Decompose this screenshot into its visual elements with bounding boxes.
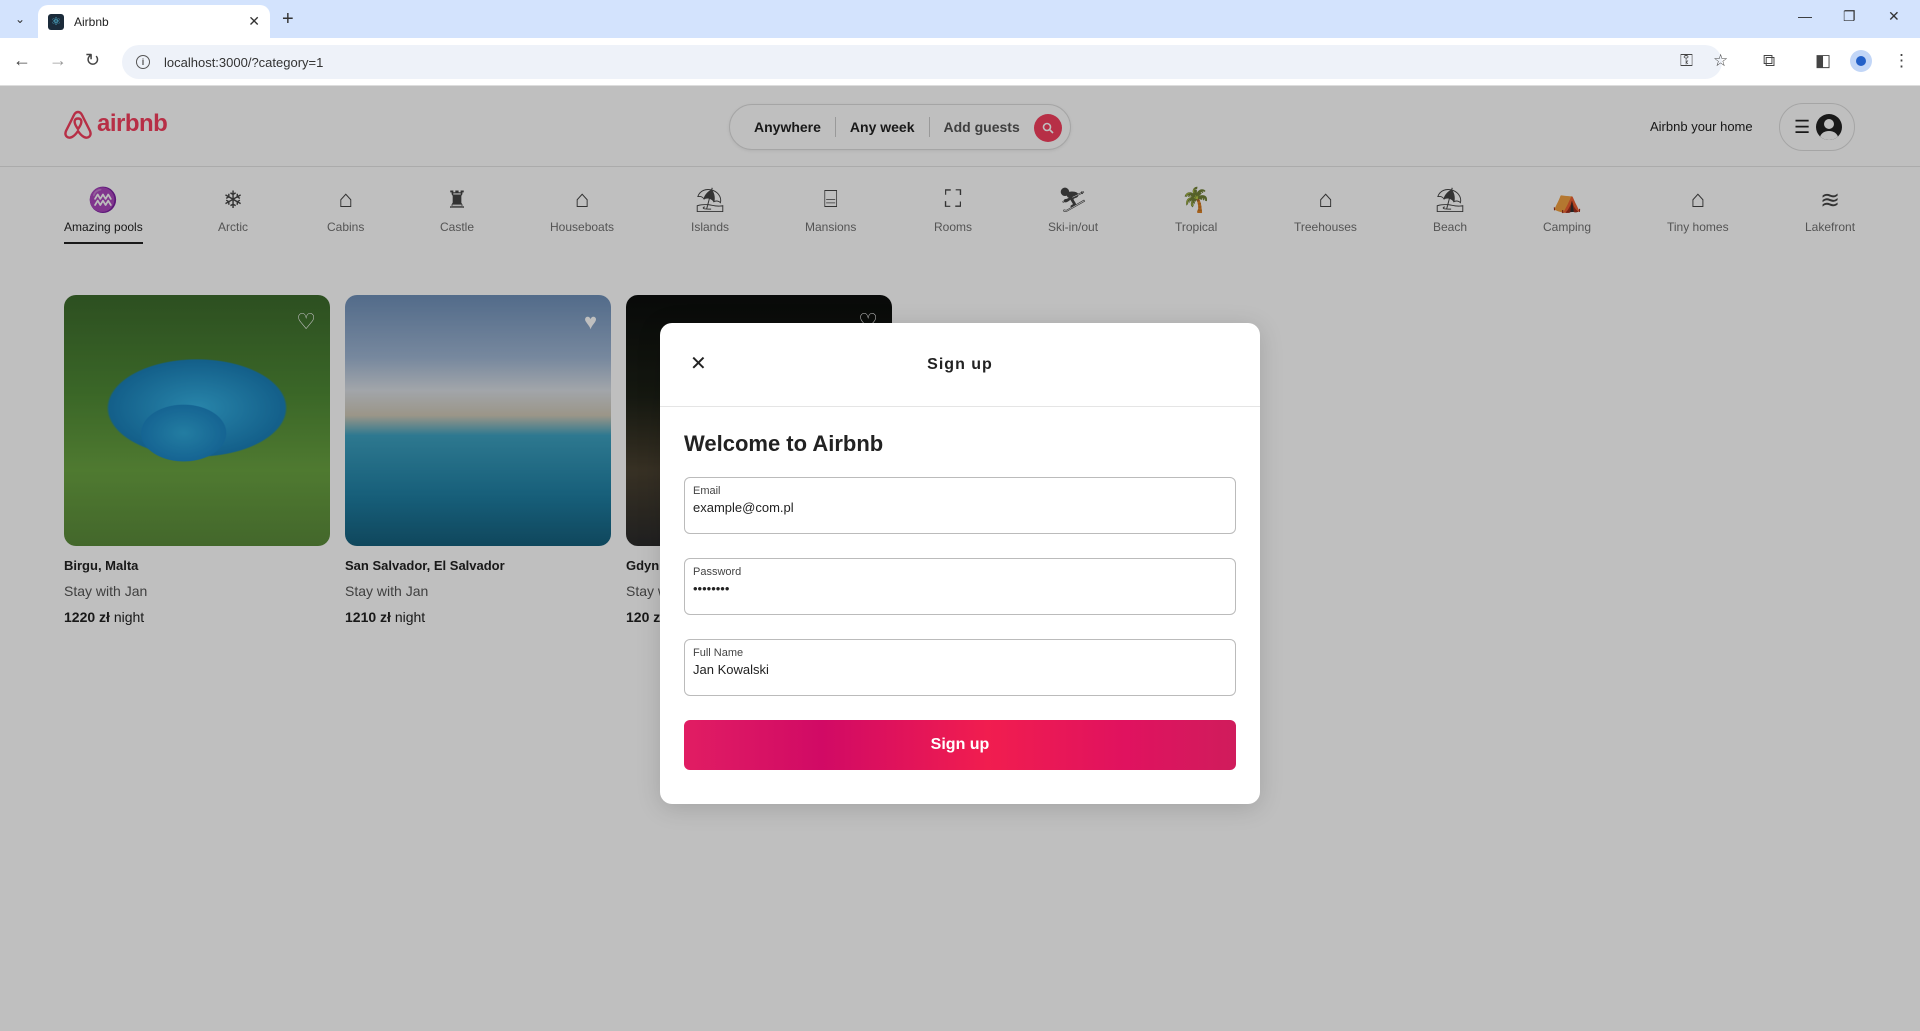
full-name-value: Jan Kowalski — [693, 662, 769, 677]
restore-icon[interactable]: ❐ — [1843, 8, 1856, 25]
modal-header: ✕ Sign up — [660, 323, 1260, 407]
browser-tabbar: ⌄ ⚛ Airbnb ✕ + — ❐ ✕ — [0, 0, 1920, 38]
email-value: example@com.pl — [693, 500, 794, 515]
signup-modal: ✕ Sign up Welcome to Airbnb Email exampl… — [660, 323, 1260, 804]
side-panel-icon[interactable]: ◧ — [1815, 51, 1831, 71]
bookmark-star-icon[interactable]: ☆ — [1713, 51, 1728, 71]
tab-search-chevron-icon[interactable]: ⌄ — [10, 9, 30, 29]
password-value: •••••••• — [693, 581, 730, 596]
tab-close-icon[interactable]: ✕ — [248, 13, 260, 30]
extensions-icon[interactable]: ⧉ — [1763, 51, 1775, 71]
back-icon[interactable]: ← — [13, 50, 31, 71]
password-field[interactable]: Password •••••••• — [684, 558, 1236, 615]
reload-icon[interactable]: ↻ — [85, 50, 100, 71]
sign-up-button[interactable]: Sign up — [684, 720, 1236, 770]
browser-toolbar: ← → ↻ i localhost:3000/?category=1 ⚿ ☆ ⧉… — [0, 38, 1920, 86]
minimize-icon[interactable]: — — [1798, 8, 1812, 24]
window-close-icon[interactable]: ✕ — [1888, 8, 1900, 25]
key-icon[interactable]: ⚿ — [1680, 51, 1693, 71]
email-field[interactable]: Email example@com.pl — [684, 477, 1236, 534]
modal-title: Sign up — [927, 356, 993, 373]
react-favicon-icon: ⚛ — [48, 13, 64, 30]
email-label: Email — [693, 485, 721, 497]
browser-menu-icon[interactable]: ⋮ — [1893, 51, 1910, 71]
forward-icon[interactable]: → — [49, 50, 67, 71]
url-text: localhost:3000/?category=1 — [164, 54, 324, 70]
welcome-heading: Welcome to Airbnb — [684, 431, 884, 456]
profile-icon[interactable] — [1850, 50, 1872, 72]
full-name-field[interactable]: Full Name Jan Kowalski — [684, 639, 1236, 696]
full-name-label: Full Name — [693, 647, 744, 659]
address-bar[interactable]: i localhost:3000/?category=1 — [122, 45, 1722, 79]
browser-tab[interactable]: ⚛ Airbnb ✕ — [38, 5, 270, 38]
site-info-icon[interactable]: i — [136, 55, 150, 69]
tab-title: Airbnb — [74, 14, 109, 29]
password-label: Password — [693, 566, 742, 578]
new-tab-icon[interactable]: + — [282, 8, 294, 31]
modal-body: Welcome to Airbnb Email example@com.pl P… — [660, 407, 1260, 794]
